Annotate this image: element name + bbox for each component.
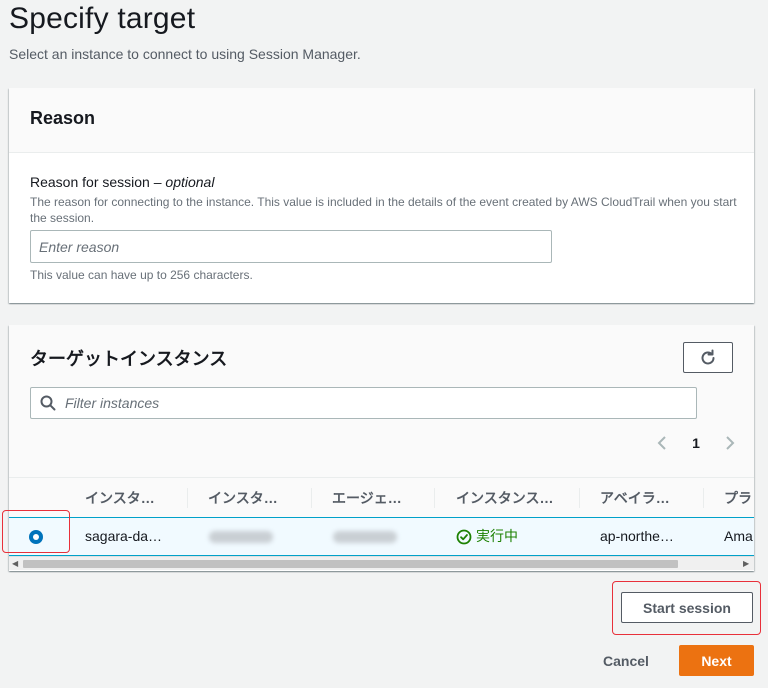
reason-field-constraint: This value can have up to 256 characters…: [30, 268, 253, 282]
pagination: 1: [656, 431, 736, 455]
column-header-instance-id[interactable]: インスタ…: [208, 478, 304, 518]
reason-panel: Reason Reason for session – optional The…: [9, 88, 754, 303]
scroll-right-arrow-icon[interactable]: ▶: [743, 559, 749, 569]
column-divider[interactable]: [579, 488, 580, 508]
redacted-agent-version: [333, 531, 397, 543]
table-row[interactable]: sagara-da… 実行中 ap-northe… Ama: [9, 517, 754, 556]
reason-header: Reason: [30, 108, 96, 128]
column-header-platform[interactable]: プラ: [724, 478, 754, 518]
page-title: Specify target: [9, 2, 196, 35]
column-divider[interactable]: [187, 488, 188, 508]
cell-availability-zone: ap-northe…: [600, 528, 674, 544]
column-header-instance-state[interactable]: インスタンス…: [456, 478, 574, 518]
reason-field-label: Reason for session – optional: [30, 174, 214, 190]
reason-field-description: The reason for connecting to the instanc…: [30, 195, 737, 225]
status-text: 実行中: [476, 528, 518, 544]
table-header: インスタ… インスタ… エージェ… インスタンス… アベイラ… プラ: [9, 477, 754, 517]
reason-label-text: Reason for session –: [30, 174, 166, 190]
column-divider[interactable]: [311, 488, 312, 508]
horizontal-scrollbar[interactable]: ◀ ▶: [9, 556, 754, 570]
scroll-left-arrow-icon[interactable]: ◀: [12, 559, 18, 569]
column-divider[interactable]: [434, 488, 435, 508]
target-header: ターゲットインスタンス: [30, 349, 228, 369]
filter-instances-input[interactable]: [63, 388, 693, 418]
cell-instance-name: sagara-da…: [85, 528, 163, 544]
next-button[interactable]: Next: [679, 645, 754, 676]
cell-instance-state: 実行中: [456, 518, 574, 555]
column-divider[interactable]: [703, 488, 704, 508]
search-icon: [40, 395, 56, 411]
reason-label-optional: optional: [165, 174, 215, 190]
target-panel-header: ターゲットインスタンス 1: [9, 325, 754, 477]
page-description: Select an instance to connect to using S…: [9, 46, 361, 62]
instance-select-radio[interactable]: [29, 530, 43, 544]
target-instances-panel: ターゲットインスタンス 1 インスタ… インスタ…: [9, 325, 754, 571]
check-circle-icon: [456, 529, 472, 544]
column-header-instance-name[interactable]: インスタ…: [85, 478, 181, 518]
column-header-agent[interactable]: エージェ…: [332, 478, 428, 518]
reason-input[interactable]: [30, 230, 552, 263]
column-header-availability-zone[interactable]: アベイラ…: [600, 478, 696, 518]
chevron-left-icon[interactable]: [656, 435, 668, 451]
start-session-button[interactable]: Start session: [621, 592, 753, 623]
cell-platform: Ama: [724, 528, 753, 544]
chevron-right-icon[interactable]: [724, 435, 736, 451]
page-number[interactable]: 1: [692, 435, 700, 451]
scrollbar-thumb[interactable]: [23, 560, 678, 568]
refresh-icon: [701, 349, 715, 364]
refresh-button[interactable]: [683, 342, 733, 373]
cancel-button[interactable]: Cancel: [588, 645, 664, 676]
redacted-instance-id: [209, 531, 273, 543]
reason-panel-header: Reason: [9, 88, 754, 153]
filter-instances-box: [30, 387, 697, 419]
